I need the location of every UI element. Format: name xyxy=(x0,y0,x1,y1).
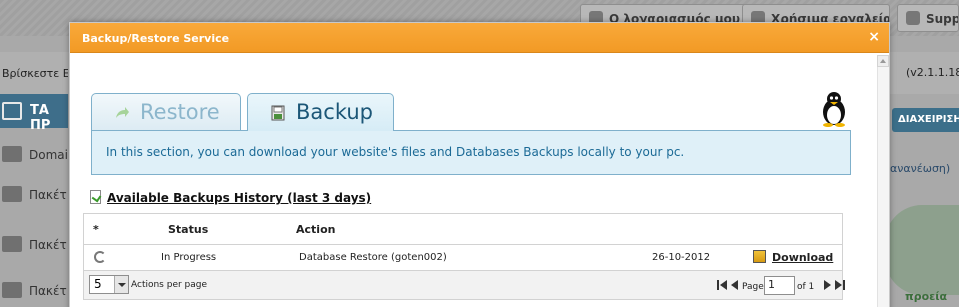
modal-header: Backup/Restore Service × xyxy=(70,23,889,53)
promo-label: προεία xyxy=(905,290,948,303)
restore-arrow-icon xyxy=(116,107,129,118)
tab-backup[interactable]: Backup xyxy=(247,93,394,131)
left-menu-item-packages-2[interactable]: Πακέτ xyxy=(0,226,68,266)
table-row: In Progress Database Restore (goten002) … xyxy=(84,245,842,271)
breadcrumb: Βρίσκεστε Ε xyxy=(2,67,68,80)
version-label: (v2.1.1.18 xyxy=(906,66,959,79)
left-menu-item-domains[interactable]: Domai xyxy=(0,136,68,176)
refresh-icon xyxy=(94,251,106,263)
clipboard-check-icon xyxy=(90,190,101,204)
previous-page-icon[interactable] xyxy=(730,280,740,290)
layers-icon xyxy=(2,186,22,202)
per-page-label: Actions per page xyxy=(131,280,208,290)
page-count-label: of 1 xyxy=(797,282,815,292)
column-header-marker: * xyxy=(93,223,99,236)
download-icon xyxy=(753,250,766,263)
close-icon[interactable]: × xyxy=(868,29,880,45)
per-page-select[interactable]: 5 xyxy=(89,275,129,294)
backups-history-heading: Available Backups History (last 3 days) xyxy=(90,190,371,205)
mail-icon xyxy=(2,236,22,252)
backup-promo-graphic xyxy=(885,205,959,295)
page-number-input[interactable]: 1 xyxy=(764,276,795,295)
chevron-down-icon xyxy=(114,276,128,293)
table-header: * Status Action xyxy=(84,214,842,245)
scrollbar-track[interactable] xyxy=(877,67,889,307)
backup-disk-icon xyxy=(271,105,285,121)
table-footer: 5 Actions per page Page 1 of 1 xyxy=(84,271,845,299)
modal-title: Backup/Restore Service xyxy=(82,32,230,45)
backup-restore-modal: Backup/Restore Service × Restore Backup … xyxy=(69,22,890,307)
tab-backup-label: Backup xyxy=(296,100,373,124)
download-link[interactable]: Download xyxy=(753,250,833,264)
backups-table: * Status Action In Progress Database Res… xyxy=(83,213,845,300)
left-menu-header: ΤΑ ΠΡ xyxy=(0,94,68,133)
row-date: 26-10-2012 xyxy=(652,252,711,263)
column-header-status: Status xyxy=(168,223,209,236)
cart-icon xyxy=(2,282,22,298)
info-panel: In this section, you can download your w… xyxy=(91,130,851,175)
tab-restore[interactable]: Restore xyxy=(91,93,241,131)
page-label: Page xyxy=(742,282,764,292)
monitor-icon xyxy=(2,102,22,120)
manage-button[interactable]: ΔΙΑΧΕΙΡΙΣΗ xyxy=(892,108,959,132)
scrollbar-up-arrow[interactable] xyxy=(877,55,889,67)
next-page-icon[interactable] xyxy=(822,280,832,290)
renewal-link[interactable]: ανανέωση) xyxy=(890,162,950,175)
tab-restore-label: Restore xyxy=(140,100,220,124)
backups-history-link[interactable]: Available Backups History (last 3 days) xyxy=(107,191,371,205)
column-header-action: Action xyxy=(296,223,336,236)
linux-tux-icon xyxy=(823,92,845,127)
support-button[interactable]: Suppo xyxy=(897,4,959,32)
left-menu-item-packages-1[interactable]: Πακέτ xyxy=(0,176,68,216)
last-page-icon[interactable] xyxy=(835,280,845,290)
gear-icon xyxy=(906,11,920,25)
domain-icon xyxy=(2,146,22,162)
row-status: In Progress xyxy=(161,252,217,263)
row-action: Database Restore (goten002) xyxy=(299,252,447,263)
left-menu-item-packages-3[interactable]: Πακέτ xyxy=(0,272,68,307)
info-text: In this section, you can download your w… xyxy=(106,145,685,159)
first-page-icon[interactable] xyxy=(717,280,727,290)
